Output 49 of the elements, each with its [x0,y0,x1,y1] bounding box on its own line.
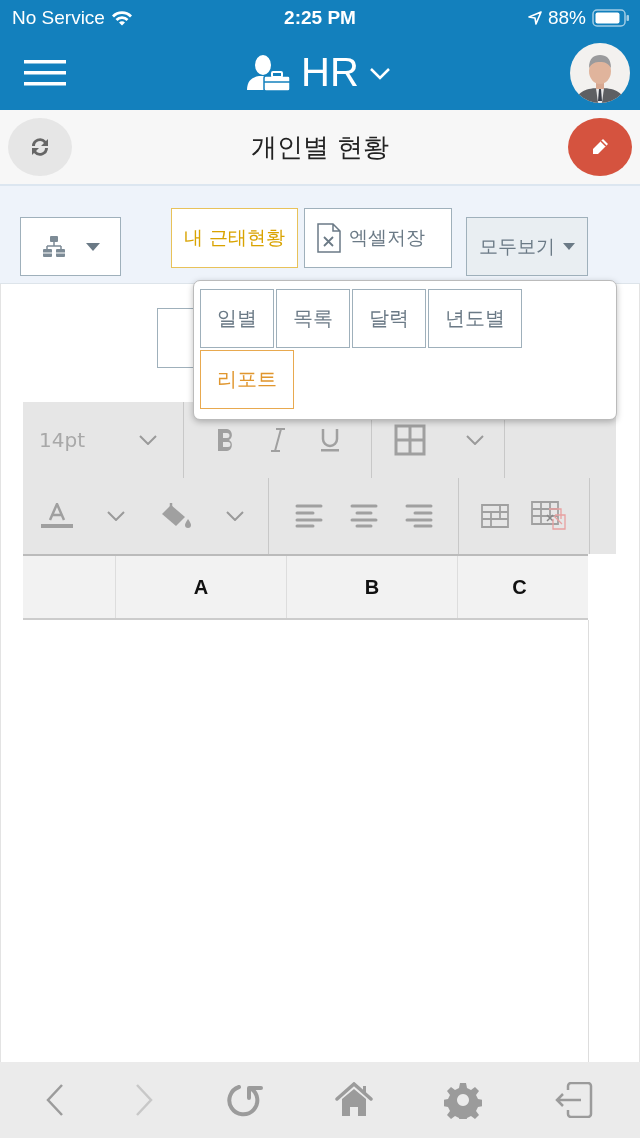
chevron-right-icon [135,1084,154,1116]
clock-text: 2:25 PM [284,6,356,29]
table-icon[interactable] [481,504,509,528]
chevron-down-icon[interactable] [139,435,157,445]
chevron-down-icon[interactable] [226,511,244,521]
view-option[interactable]: 목록 [276,289,350,348]
chevron-down-icon[interactable] [107,511,126,521]
column-header[interactable]: C [458,556,581,618]
battery-text: 88% [547,6,586,29]
location-icon [527,10,542,25]
view-all-dropdown[interactable]: 모두보기 [466,217,589,276]
caret-icon [85,242,100,251]
menu-icon [24,59,66,86]
view-option[interactable]: 달력 [352,289,426,348]
app-switcher[interactable]: HR [245,50,391,95]
reload-icon [225,1082,264,1118]
align-left-icon[interactable] [294,504,323,528]
home-icon [334,1082,373,1118]
carrier-text: No Service [12,6,105,29]
chevron-down-icon[interactable] [466,435,484,445]
view-option[interactable]: 일별 [200,289,274,348]
chevron-left-icon [45,1084,64,1116]
logout-icon [554,1082,595,1118]
border-grid-icon[interactable] [394,424,426,456]
page-title: 개인별 현황 [250,130,390,164]
battery-icon [592,8,630,27]
view-option[interactable]: 년도별 [428,289,522,348]
menu-button[interactable] [24,59,66,86]
text-color-icon[interactable] [41,503,73,529]
person-briefcase-icon [245,53,292,92]
settings-icon [444,1081,483,1119]
italic-icon[interactable] [270,427,287,453]
pencil-icon [590,137,610,157]
caret-icon [563,243,576,250]
chevron-down-icon [368,65,391,80]
excel-export-button[interactable]: 엑셀저장 [304,208,453,268]
align-right-icon[interactable] [404,504,433,528]
column-header[interactable]: B [287,556,458,618]
org-chart-dropdown[interactable] [20,217,121,276]
refresh-icon [29,136,51,158]
column-header[interactable]: A [116,556,287,618]
wifi-icon [110,9,133,26]
org-chart-icon [41,234,66,259]
my-attendance-button[interactable]: 내 근태현황 [171,208,299,268]
view-option[interactable]: 리포트 [200,350,294,409]
underline-icon[interactable] [320,428,341,452]
delete-table-icon[interactable] [531,501,567,531]
align-center-icon[interactable] [349,504,378,528]
excel-file-icon [317,223,342,253]
